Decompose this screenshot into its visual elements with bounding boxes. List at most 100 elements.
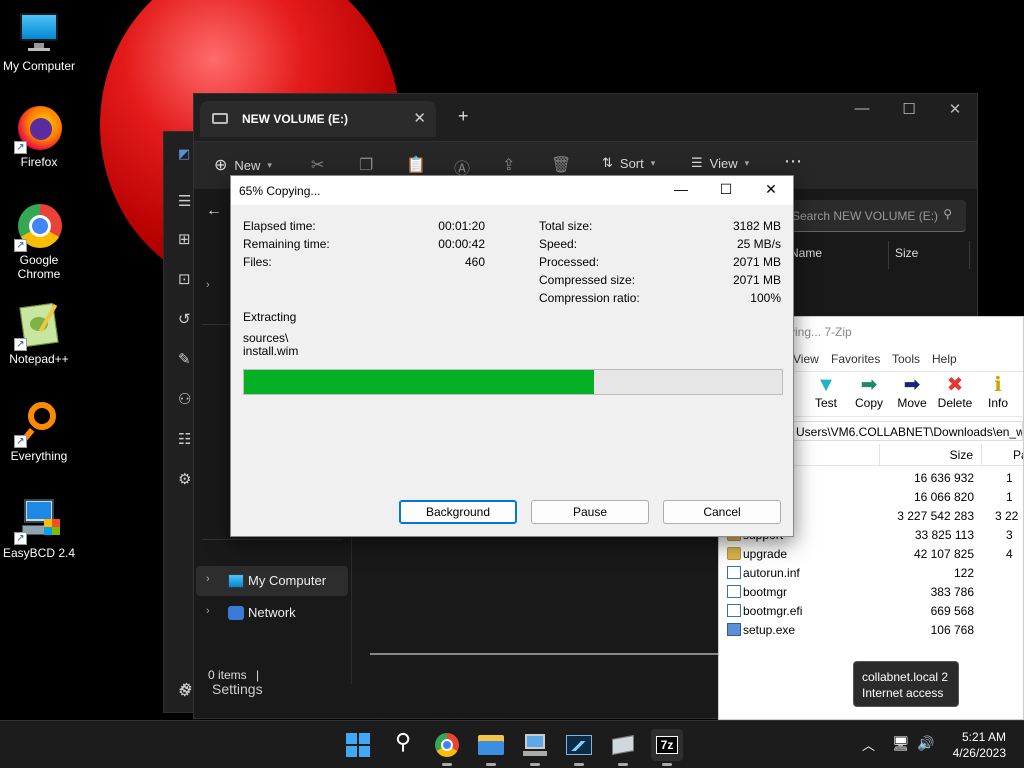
7zip-logo-text: 7z [656, 736, 678, 754]
tab-new-volume[interactable]: NEW VOLUME (E:) ✕ [200, 101, 436, 137]
users-icon[interactable]: ⚇ [178, 390, 191, 408]
search-input[interactable]: Search NEW VOLUME (E:) ⚲ [784, 200, 966, 232]
copy-progress-dialog[interactable]: 65% Copying... — ☐ ✕ Elapsed time: 00:01… [230, 175, 794, 537]
desktop-icon-firefox[interactable]: ↗ Firefox [0, 106, 78, 169]
search-icon[interactable]: ⚲ [387, 729, 419, 761]
minimize-icon[interactable]: — [839, 100, 885, 117]
sort-icon: ⇅ [602, 155, 613, 170]
desktop-icon-everything[interactable]: ↗ Everything [0, 400, 78, 463]
home-icon[interactable]: ⊞ [178, 230, 191, 248]
close-window-icon[interactable]: ✕ [932, 100, 977, 118]
desktop-icon-easybcd[interactable]: ↗ EasyBCD 2.4 [0, 497, 78, 560]
search-placeholder: Search NEW VOLUME (E:) [792, 209, 939, 223]
firefox-icon: ↗ [14, 106, 62, 154]
taskbar: ⚲ 7z ︿ 🖥 🔊 5:21 AM 4/26/2023 [0, 720, 1024, 768]
shortcut-arrow-icon: ↗ [14, 532, 27, 545]
hamburger-icon[interactable]: ☰ [178, 192, 191, 210]
column-header-name[interactable]: Name [790, 246, 822, 260]
file-size: 383 786 [930, 585, 974, 599]
pause-button[interactable]: Pause [531, 500, 649, 524]
view-button[interactable]: ☰ View ▾ [691, 155, 749, 171]
maximize-icon[interactable]: ☐ [716, 181, 736, 198]
more-options-icon[interactable]: ⋯ [784, 151, 802, 172]
chrome-icon[interactable] [431, 729, 463, 766]
delete-icon[interactable]: 🗑 [551, 155, 571, 175]
file-size: 3 227 542 283 [897, 509, 974, 523]
copy-button[interactable]: ➡ Copy [846, 372, 892, 418]
maximize-icon[interactable]: ☐ [886, 100, 932, 118]
chevron-right-icon[interactable]: › [206, 279, 210, 291]
desktop-icon-notepadpp[interactable]: ↗ Notepad++ [0, 302, 78, 366]
file-size: 106 768 [930, 623, 974, 637]
menu-favorites[interactable]: Favorites [831, 352, 880, 366]
search-icon: ⚲ [943, 207, 952, 221]
nav-item-network[interactable]: › Network [196, 598, 348, 628]
desktop-icon-my-computer[interactable]: My Computer [0, 10, 78, 73]
settings-label[interactable]: Settings [212, 681, 263, 697]
volume-icon[interactable]: 🔊 [917, 735, 934, 752]
delete-icon: ✖ [946, 374, 964, 396]
chevron-up-icon[interactable]: ︿ [862, 735, 875, 754]
list-item[interactable]: autorun.inf 122 [719, 564, 1023, 583]
7zip-icon[interactable]: 7z [651, 729, 683, 766]
everything-icon: ↗ [14, 400, 62, 448]
delete-button[interactable]: ✖ Delete [932, 372, 978, 418]
menu-tools[interactable]: Tools [892, 352, 920, 366]
chevron-right-icon: › [206, 605, 210, 617]
files-label: Files: [243, 255, 272, 269]
minimize-icon[interactable]: — [671, 181, 691, 197]
start-icon[interactable] [342, 729, 374, 761]
elapsed-time-value: 00:01:20 [438, 219, 485, 233]
sort-button[interactable]: ⇅ Sort ▾ [602, 155, 655, 171]
history-icon[interactable]: ↺ [178, 310, 191, 328]
cancel-button[interactable]: Cancel [663, 500, 781, 524]
compression-ratio-value: 100% [750, 291, 781, 305]
services-icon[interactable]: ⚙ [178, 470, 191, 488]
network-computer-icon[interactable] [519, 729, 551, 766]
share-icon[interactable]: ⇪ [502, 155, 515, 175]
file-explorer-icon[interactable] [475, 729, 507, 766]
cut-icon[interactable]: ✂ [311, 155, 324, 175]
nav-item-my-computer[interactable]: › My Computer [196, 566, 348, 596]
move-button[interactable]: ➡ Move [889, 372, 935, 418]
tools-icon[interactable]: ✎ [178, 350, 191, 368]
column-header-size[interactable]: Size [950, 448, 973, 462]
speed-label: Speed: [539, 237, 578, 251]
shortcut-arrow-icon: ↗ [14, 239, 27, 252]
divider [202, 539, 343, 540]
easybcd-icon[interactable] [607, 729, 639, 766]
path-input[interactable]: Users\VM6.COLLABNET\Downloads\en_wind [793, 421, 1023, 441]
network-status-icon[interactable]: 🖥 [892, 735, 910, 752]
column-header-packed[interactable]: Pa [1013, 448, 1023, 462]
background-button[interactable]: Background [399, 500, 517, 524]
file-packed: 1 [1006, 490, 1013, 504]
paste-icon[interactable]: 📋 [406, 155, 426, 175]
close-tab-icon[interactable]: ✕ [413, 109, 426, 127]
desktop-icon-chrome[interactable]: ↗ Google Chrome [0, 204, 78, 281]
settings-gear-icon[interactable]: ⚙ [180, 680, 193, 697]
test-button[interactable]: ▼ Test [803, 372, 849, 418]
list-item[interactable]: bootmgr 383 786 [719, 583, 1023, 602]
list-icon[interactable]: ☷ [178, 430, 191, 448]
new-button[interactable]: ⊕ New ▾ [214, 155, 272, 175]
menu-help[interactable]: Help [932, 352, 957, 366]
column-header-size[interactable]: Size [895, 246, 918, 260]
copy-icon[interactable]: ❐ [359, 155, 373, 175]
list-item[interactable]: setup.exe 106 768 [719, 621, 1023, 640]
chart-icon[interactable]: ⊡ [178, 270, 191, 288]
sort-label: Sort [619, 155, 644, 171]
test-icon: ▼ [816, 374, 836, 396]
performance-icon[interactable] [563, 729, 595, 766]
list-item[interactable]: bootmgr.efi 669 568 [719, 602, 1023, 621]
clock[interactable]: 5:21 AM 4/26/2023 [953, 729, 1006, 761]
info-button[interactable]: ℹ Info [975, 372, 1021, 418]
file-size: 42 107 825 [913, 547, 974, 561]
list-item[interactable]: upgrade 42 107 825 4 [719, 545, 1023, 564]
file-name: bootmgr [743, 585, 788, 599]
tooltip-line: Internet access [862, 686, 944, 700]
new-tab-icon[interactable]: + [458, 106, 469, 127]
menu-view[interactable]: View [793, 352, 819, 366]
close-icon[interactable]: ✕ [761, 181, 781, 198]
back-arrow-icon[interactable]: ← [206, 202, 222, 220]
network-tooltip: collabnet.local 2 Internet access [853, 661, 959, 707]
